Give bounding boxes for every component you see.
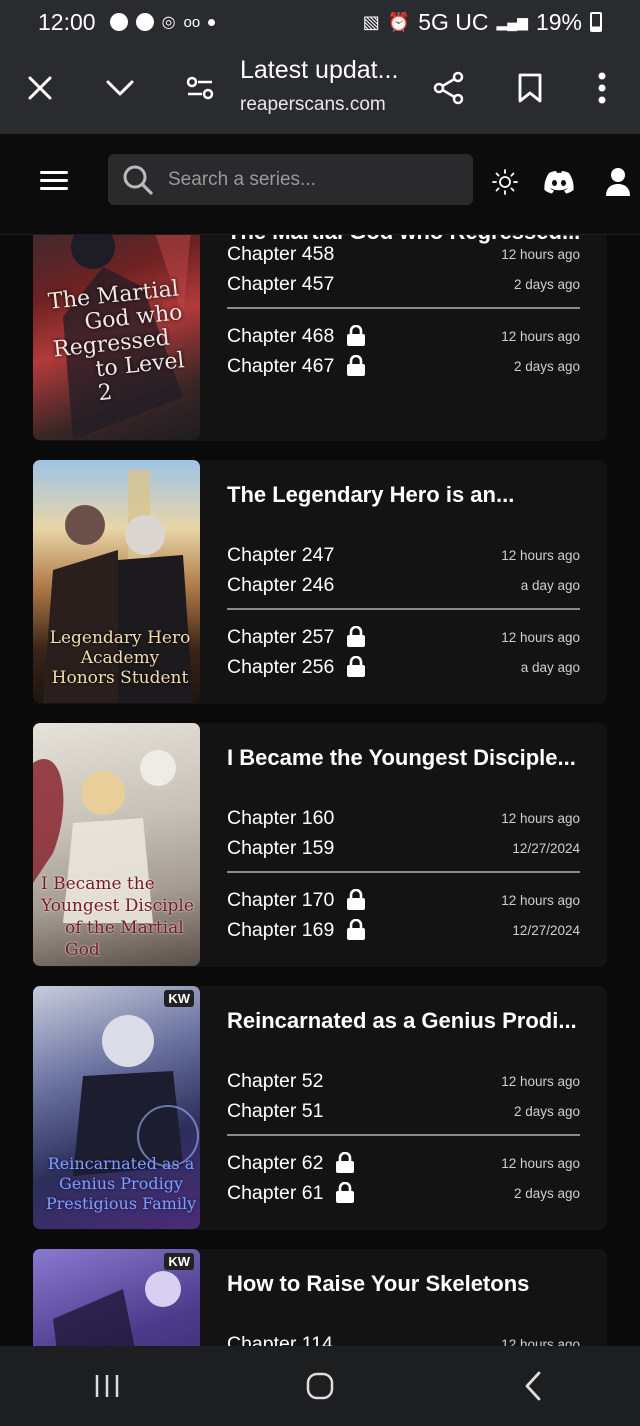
series-list: The MartialGod whoRegressedto Level 2 Th… — [0, 235, 640, 1346]
series-cover[interactable]: KW — [33, 1249, 200, 1346]
chapter-row[interactable]: Chapter 160 12 hours ago — [227, 803, 580, 833]
message-icon — [135, 13, 154, 31]
chapter-row[interactable]: Chapter 51 2 days ago — [227, 1096, 580, 1126]
bed-icon: ▧ — [362, 11, 380, 32]
lock-icon — [346, 888, 366, 911]
locked-chapter-row[interactable]: Chapter 62 12 hours ago — [227, 1148, 580, 1178]
cover-title-art: Reincarnated as a Genius Prodigy Prestigio… — [45, 1154, 197, 1213]
locked-chapter-row[interactable]: Chapter 468 12 hours ago — [227, 321, 580, 351]
lock-icon — [346, 354, 366, 377]
discord-icon[interactable] — [539, 162, 579, 202]
close-icon[interactable] — [18, 66, 62, 110]
series-title[interactable]: I Became the Youngest Disciple... — [227, 745, 587, 771]
hamburger-icon[interactable] — [40, 166, 76, 202]
chapter-row[interactable]: Chapter 246 a day ago — [227, 570, 580, 600]
gamepad-icon: ◎ — [161, 14, 176, 31]
status-time: 12:00 — [38, 8, 96, 35]
cover-title-art: Legendary Hero Academy Honors Student — [49, 628, 191, 688]
series-card[interactable]: KW Reincarnated as a Genius Prodigy Presti… — [33, 986, 607, 1230]
series-title[interactable]: Reincarnated as a Genius Prodi... — [227, 1008, 587, 1034]
series-card[interactable]: The MartialGod whoRegressedto Level 2 Th… — [33, 235, 607, 441]
bookmark-icon[interactable] — [508, 66, 552, 110]
battery-icon — [590, 12, 602, 32]
browser-toolbar: Latest updat... reaperscans.com — [0, 44, 640, 134]
tune-icon[interactable] — [178, 66, 222, 110]
system-nav-bar — [0, 1346, 640, 1426]
cover-title-art: I Became the Youngest Disciple of the Mart… — [41, 874, 194, 960]
series-cover[interactable]: KW Reincarnated as a Genius Prodigy Presti… — [33, 986, 200, 1229]
battery-percent: 19% — [535, 8, 582, 35]
status-bar: 12:00 ◎ oo ▧ ⏰ 5G UC ▂▄▆ 19% — [0, 0, 640, 44]
divider — [227, 307, 580, 309]
divider — [227, 608, 580, 610]
signal-icon: ▂▄▆ — [496, 13, 528, 30]
series-card[interactable]: Legendary Hero Academy Honors Student The … — [33, 460, 607, 704]
cover-badge: KW — [164, 1253, 194, 1270]
lock-icon — [346, 625, 366, 648]
alarm-icon: ⏰ — [387, 11, 411, 32]
divider — [227, 871, 580, 873]
cover-badge: KW — [164, 990, 194, 1007]
lock-icon — [335, 1151, 355, 1174]
divider — [227, 1134, 580, 1136]
search-icon — [123, 165, 153, 195]
network-type: 5G UC — [418, 8, 489, 35]
locked-chapter-row[interactable]: Chapter 256 a day ago — [227, 652, 580, 682]
lock-icon — [335, 1181, 355, 1204]
lock-icon — [346, 324, 366, 347]
chevron-down-icon[interactable] — [98, 66, 142, 110]
back-icon[interactable] — [503, 1356, 563, 1416]
locked-chapter-row[interactable]: Chapter 169 12/27/2024 — [227, 915, 580, 945]
search-bar[interactable] — [108, 154, 473, 205]
series-title[interactable]: How to Raise Your Skeletons — [227, 1271, 587, 1297]
locked-chapter-row[interactable]: Chapter 61 2 days ago — [227, 1178, 580, 1208]
voicemail-icon: oo — [183, 13, 201, 31]
series-cover[interactable]: Legendary Hero Academy Honors Student — [33, 460, 200, 703]
user-icon[interactable] — [598, 162, 638, 202]
sun-icon[interactable] — [485, 162, 525, 202]
lock-icon — [346, 655, 366, 678]
chapter-row[interactable]: Chapter 458 12 hours ago — [227, 239, 580, 269]
dot-icon — [208, 18, 216, 26]
series-cover[interactable]: I Became the Youngest Disciple of the Mart… — [33, 723, 200, 966]
chapter-row[interactable]: Chapter 457 2 days ago — [227, 269, 580, 299]
lock-icon — [346, 918, 366, 941]
search-input[interactable] — [168, 168, 448, 191]
series-card[interactable]: KW How to Raise Your Skeletons Chapter 1… — [33, 1249, 607, 1346]
cover-title-art: The Martial God who Regressed to Level 2 — [47, 276, 186, 407]
page-url: reaperscans.com — [240, 94, 386, 115]
recents-icon[interactable] — [77, 1356, 137, 1416]
chapter-row[interactable]: Chapter 159 12/27/2024 — [227, 833, 580, 863]
chapter-row[interactable]: Chapter 247 12 hours ago — [227, 540, 580, 570]
chapter-row[interactable]: Chapter 52 12 hours ago — [227, 1066, 580, 1096]
more-vert-icon[interactable] — [580, 66, 624, 110]
series-title[interactable]: The Legendary Hero is an... — [227, 482, 587, 508]
locked-chapter-row[interactable]: Chapter 467 2 days ago — [227, 351, 580, 381]
chapter-row[interactable]: Chapter 114 12 hours ago — [227, 1329, 580, 1347]
locked-chapter-row[interactable]: Chapter 170 12 hours ago — [227, 885, 580, 915]
series-cover[interactable]: The Martial God who Regressed to Level 2 — [33, 235, 200, 440]
site-header — [0, 134, 640, 235]
home-icon[interactable] — [290, 1356, 350, 1416]
dnd-icon — [109, 13, 128, 31]
locked-chapter-row[interactable]: Chapter 257 12 hours ago — [227, 622, 580, 652]
series-card[interactable]: I Became the Youngest Disciple of the Mart… — [33, 723, 607, 967]
share-icon[interactable] — [427, 66, 471, 110]
page-title: Latest updat... — [240, 56, 399, 84]
